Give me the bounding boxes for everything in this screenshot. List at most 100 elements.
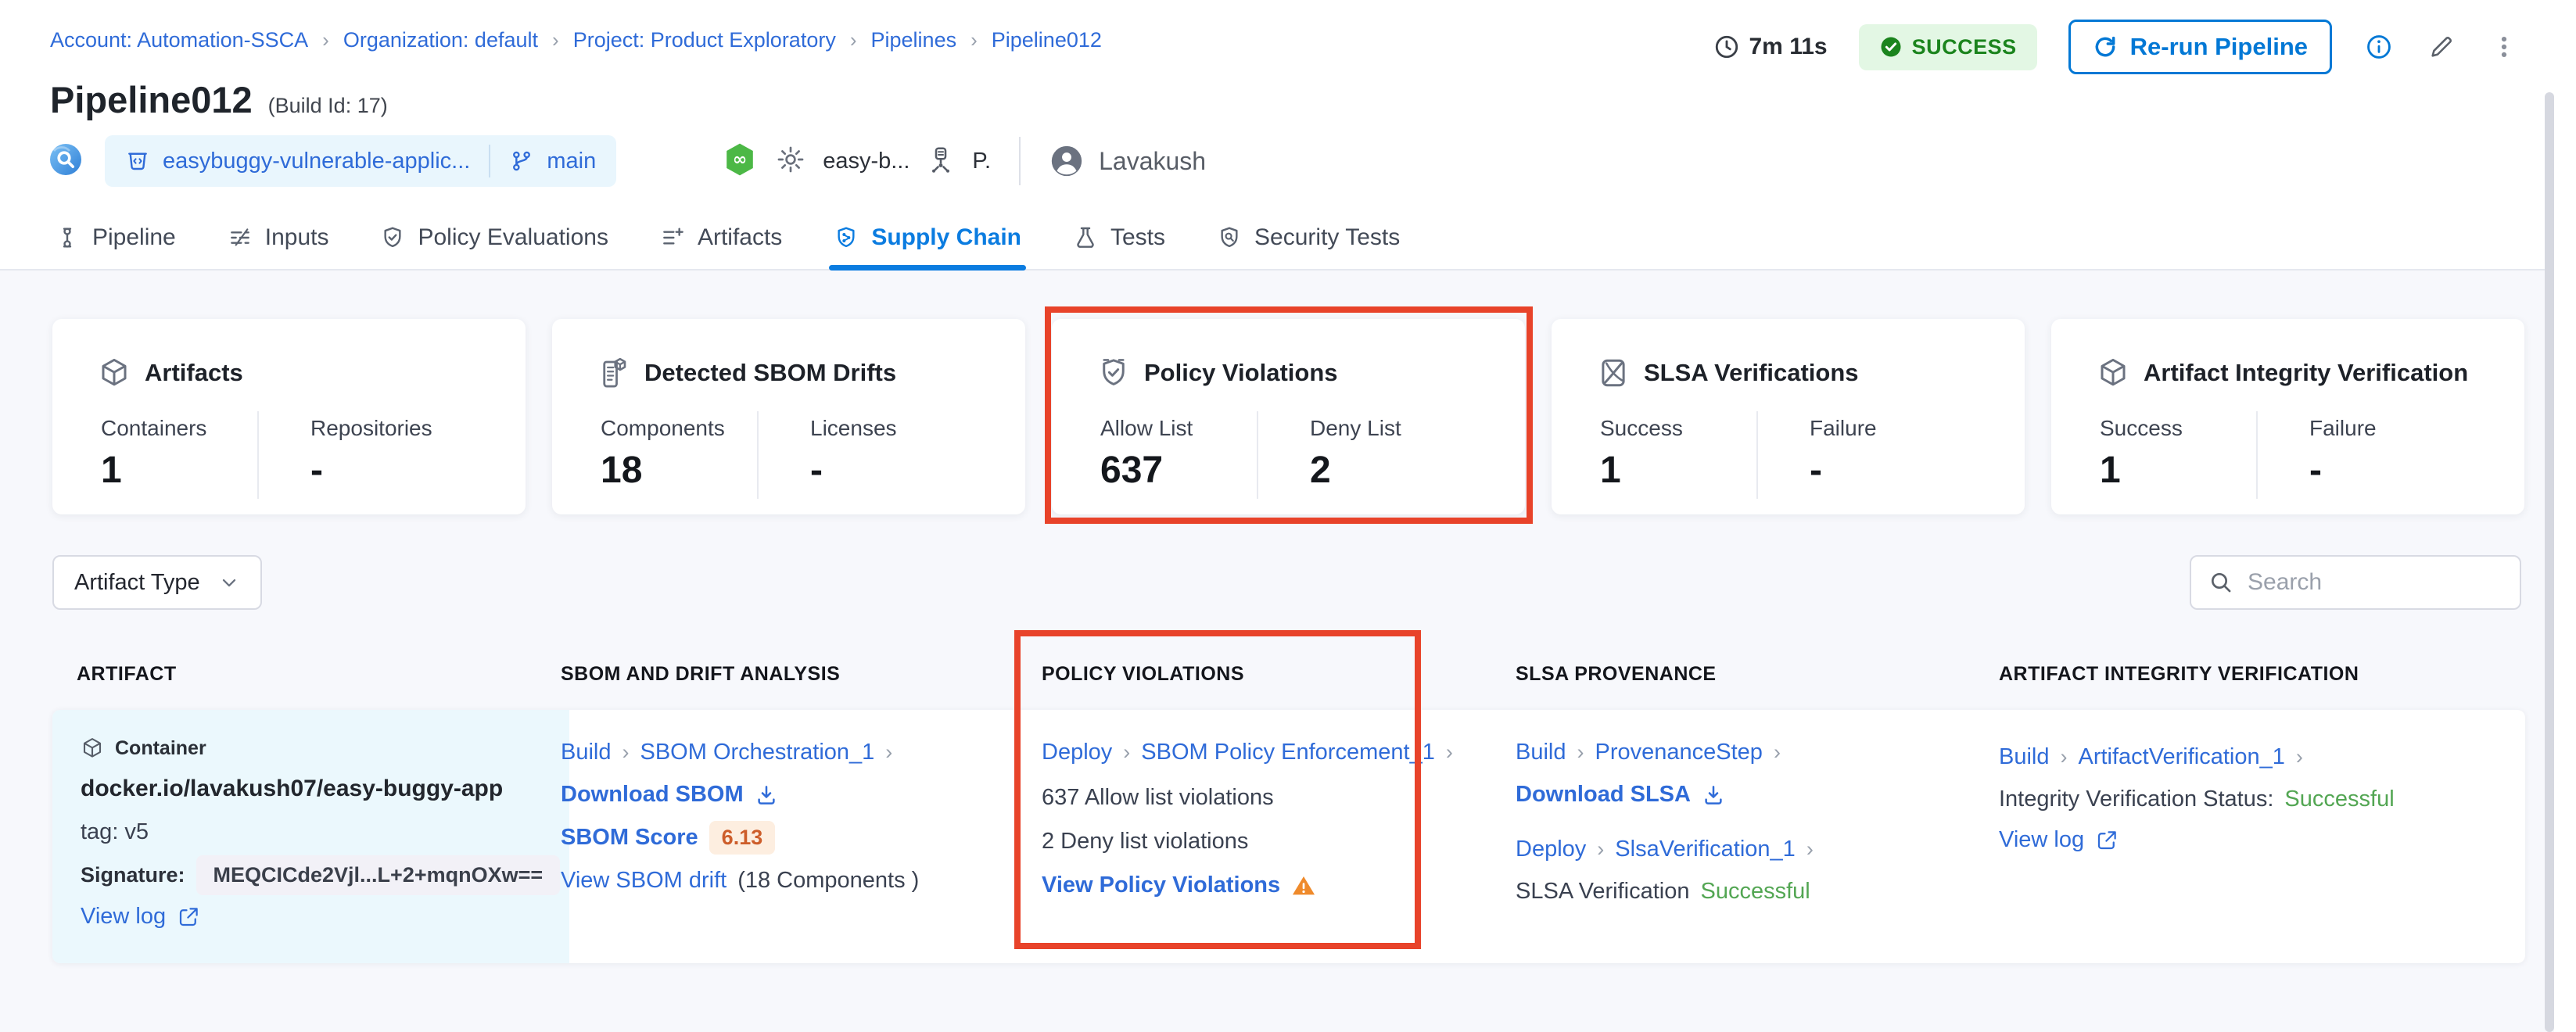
summary-cards: Artifacts Containers Repositories 1 - De… xyxy=(52,319,2524,514)
info-icon[interactable] xyxy=(2363,31,2395,63)
more-options-icon[interactable] xyxy=(2488,31,2520,63)
tab-security-tests[interactable]: Security Tests xyxy=(1217,206,1400,269)
trigger-pipeline-name: easy-b... xyxy=(823,149,909,174)
stat-label: Failure xyxy=(2309,416,2377,441)
breadcrumb: Account: Automation-SSCA › Organization:… xyxy=(50,28,1102,52)
tab-artifacts[interactable]: Artifacts xyxy=(660,206,782,269)
slsa-provenance-breadcrumb: Build › ProvenanceStep › xyxy=(1516,740,1781,765)
stat-label: Licenses xyxy=(810,416,897,441)
status-successful: Successful xyxy=(1700,879,1810,905)
download-sbom[interactable]: Download SBOM xyxy=(561,782,778,808)
stat-label: Failure xyxy=(1810,416,1877,441)
warning-triangle-icon xyxy=(1291,873,1316,898)
integrity-view-log[interactable]: View log xyxy=(1999,827,2119,853)
tab-label: Supply Chain xyxy=(871,224,1021,251)
stat-label: Repositories xyxy=(310,416,432,441)
chevron-right-icon: › xyxy=(2296,745,2303,769)
view-policy-violations[interactable]: View Policy Violations xyxy=(1042,873,1316,898)
security-shield-icon xyxy=(1217,225,1242,250)
artifact-image: docker.io/lavakush07/easy-buggy-app xyxy=(81,776,503,802)
chevron-right-icon: › xyxy=(885,740,892,765)
artifact-signature: Signature: MEQCICde2Vjl...L+2+mqnOXw== xyxy=(81,855,560,895)
search-input[interactable] xyxy=(2248,569,2498,596)
title-row: Pipeline012 (Build Id: 17) xyxy=(50,78,388,121)
artifact-type: Container xyxy=(81,736,206,760)
stat-divider xyxy=(757,411,759,499)
execution-meta: easybuggy-vulnerable-applic... main ∞ ea… xyxy=(47,134,1206,188)
download-slsa[interactable]: Download SLSA xyxy=(1516,782,1725,808)
artifact-view-log[interactable]: View log xyxy=(81,904,200,930)
stat-value: - xyxy=(1810,449,1822,492)
stat-value: 1 xyxy=(101,449,122,492)
header-actions: 7m 11s SUCCESS Re-run Pipeline xyxy=(1713,19,2520,75)
tab-policy-evaluations[interactable]: Policy Evaluations xyxy=(380,206,608,269)
sbom-score[interactable]: SBOM Score 6.13 xyxy=(561,821,775,855)
artifact-type-select[interactable]: Artifact Type xyxy=(52,555,262,610)
stage-link[interactable]: Build xyxy=(1516,740,1566,765)
card-policy-violations: Policy Violations Allow List Deny List 6… xyxy=(1052,319,1525,514)
card-title: Detected SBOM Drifts xyxy=(644,359,896,387)
step-link[interactable]: SBOM Policy Enforcement_1 xyxy=(1141,740,1435,765)
breadcrumb-project[interactable]: Project: Product Exploratory xyxy=(573,28,836,52)
chevron-right-icon: › xyxy=(1774,740,1781,765)
step-link[interactable]: SlsaVerification_1 xyxy=(1615,837,1796,862)
repo-name[interactable]: easybuggy-vulnerable-applic... xyxy=(163,149,470,174)
build-stage-icon xyxy=(47,141,84,182)
sbom-step-breadcrumb: Build › SBOM Orchestration_1 › xyxy=(561,740,892,765)
rerun-label: Re-run Pipeline xyxy=(2130,33,2308,61)
view-sbom-drift[interactable]: View SBOM drift (18 Components ) xyxy=(561,868,919,894)
tab-pipeline[interactable]: Pipeline xyxy=(55,206,176,269)
chevron-right-icon: › xyxy=(1806,837,1814,862)
refresh-icon xyxy=(2093,34,2118,59)
tab-tests[interactable]: Tests xyxy=(1073,206,1165,269)
tab-label: Artifacts xyxy=(698,224,782,251)
repository-icon xyxy=(125,149,150,174)
stage-link[interactable]: Build xyxy=(1999,744,2050,770)
sbom-score-badge: 6.13 xyxy=(709,821,776,855)
status-text: SUCCESS xyxy=(1912,35,2017,59)
chevron-right-icon: › xyxy=(2061,745,2068,769)
rerun-pipeline-button[interactable]: Re-run Pipeline xyxy=(2068,20,2332,74)
user-name: Lavakush xyxy=(1099,147,1206,176)
status-successful: Successful xyxy=(2284,787,2394,812)
signature-value[interactable]: MEQCICde2Vjl...L+2+mqnOXw== xyxy=(196,855,561,895)
tab-inputs[interactable]: Inputs xyxy=(228,206,329,269)
breadcrumb-pipelines[interactable]: Pipelines xyxy=(871,28,957,52)
tab-supply-chain[interactable]: Supply Chain xyxy=(834,206,1021,269)
edit-pencil-icon[interactable] xyxy=(2426,31,2457,63)
allow-list-violations: 637 Allow list violations xyxy=(1042,785,1274,811)
repo-branch-pill[interactable]: easybuggy-vulnerable-applic... main xyxy=(105,135,616,187)
trigger-webhook-icon: ∞ xyxy=(721,141,759,182)
stat-value: 18 xyxy=(601,449,642,492)
card-sbom-drifts: Detected SBOM Drifts Components Licenses… xyxy=(552,319,1025,514)
avatar-icon xyxy=(1049,143,1085,179)
step-link[interactable]: ArtifactVerification_1 xyxy=(2079,744,2285,770)
stat-value: 637 xyxy=(1100,449,1163,492)
breadcrumb-account[interactable]: Account: Automation-SSCA xyxy=(50,28,308,52)
stage-link[interactable]: Build xyxy=(561,740,612,765)
step-link[interactable]: ProvenanceStep xyxy=(1595,740,1763,765)
check-circle-icon xyxy=(1879,35,1903,59)
external-link-icon xyxy=(2095,829,2119,852)
chevron-right-icon: › xyxy=(1597,837,1604,862)
tab-label: Tests xyxy=(1110,224,1165,251)
server-icon xyxy=(927,145,955,177)
chevron-right-icon: › xyxy=(1123,740,1130,765)
triggered-by-user: Lavakush xyxy=(1049,143,1206,179)
stat-label: Success xyxy=(1600,416,1683,441)
stage-link[interactable]: Deploy xyxy=(1042,740,1112,765)
integrity-step-breadcrumb: Build › ArtifactVerification_1 › xyxy=(1999,744,2303,770)
breadcrumb-pipeline012[interactable]: Pipeline012 xyxy=(992,28,1102,52)
package-icon xyxy=(2097,357,2129,389)
card-title: Policy Violations xyxy=(1144,359,1338,387)
pipeline-icon xyxy=(55,225,80,250)
svg-text:∞: ∞ xyxy=(733,150,747,170)
stat-divider xyxy=(1257,411,1258,499)
trigger-env-short: P. xyxy=(972,149,991,174)
stat-value: 1 xyxy=(1600,449,1621,492)
vertical-scrollbar[interactable] xyxy=(2545,92,2554,1032)
breadcrumb-organization[interactable]: Organization: default xyxy=(343,28,538,52)
stage-link[interactable]: Deploy xyxy=(1516,837,1586,862)
step-link[interactable]: SBOM Orchestration_1 xyxy=(640,740,875,765)
branch-name[interactable]: main xyxy=(547,149,596,174)
